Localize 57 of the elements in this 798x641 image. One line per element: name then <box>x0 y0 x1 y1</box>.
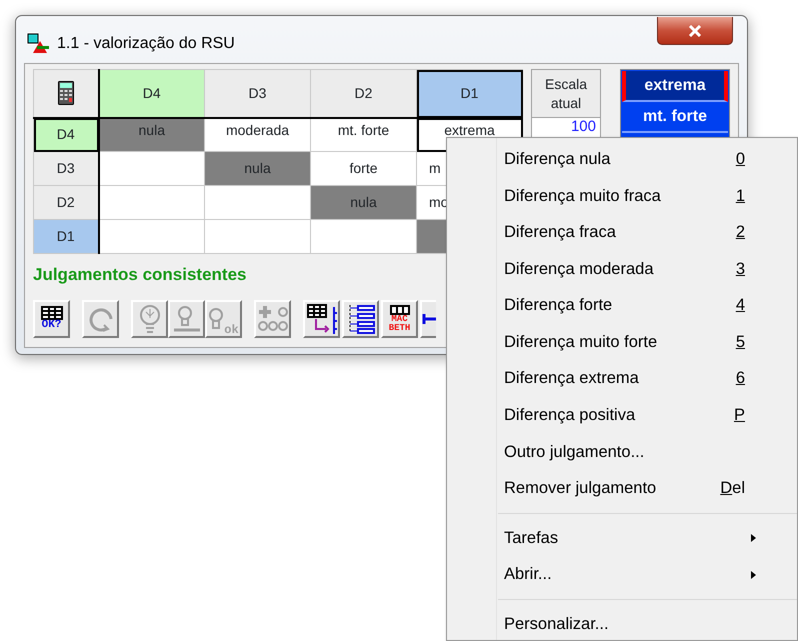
lightbulb-icon <box>138 304 162 334</box>
row-header[interactable]: D4 <box>34 118 98 152</box>
app-icon <box>27 33 49 55</box>
table-cell[interactable]: mt. forte <box>310 118 416 152</box>
table-cell[interactable]: nula <box>204 152 310 186</box>
lightbulb-icon <box>208 308 224 330</box>
submenu-item[interactable]: Tarefas <box>447 520 775 557</box>
grid-arrow-icon <box>306 302 338 334</box>
table-cell[interactable] <box>204 220 310 254</box>
add-bulbs-icon <box>256 304 288 334</box>
toolbar-button[interactable]: MAC BETH <box>381 300 418 338</box>
table-cell[interactable]: moderada <box>204 118 310 152</box>
row-header[interactable]: D2 <box>34 186 98 220</box>
column-header[interactable]: D1 <box>416 70 522 118</box>
level-item[interactable]: mt. forte <box>622 102 728 133</box>
calculator-icon[interactable] <box>58 81 74 106</box>
toolbar-button[interactable]: OK? <box>33 300 70 338</box>
scale-value: 100 <box>570 118 596 135</box>
status-message: Julgamentos consistentes <box>33 264 247 286</box>
table-cell[interactable] <box>98 220 204 254</box>
submenu-item[interactable]: Abrir... <box>447 556 775 594</box>
menu-item[interactable]: Diferença muito forte 5 <box>447 324 775 361</box>
table-cell[interactable] <box>310 220 416 254</box>
menu-item[interactable]: Diferença positiva P <box>447 397 775 434</box>
toolbar-button[interactable] <box>342 300 379 338</box>
column-header[interactable]: D4 <box>98 70 204 118</box>
table-cell[interactable]: nula <box>98 118 204 152</box>
menu-item[interactable]: Diferença fraca 2 <box>447 214 775 251</box>
menu-item[interactable]: Personalizar... <box>447 606 775 640</box>
toolbar-button[interactable] <box>303 300 340 338</box>
menu-item[interactable]: Diferença moderada 3 <box>447 250 775 288</box>
table-cell[interactable]: nula <box>310 186 416 220</box>
submenu-arrow-icon <box>751 570 756 579</box>
row-header[interactable]: D3 <box>34 152 98 186</box>
lightbulb-icon <box>172 304 202 334</box>
menu-item[interactable]: Remover julgamento Del <box>447 470 775 507</box>
menu-item[interactable]: Diferença forte 4 <box>447 287 775 324</box>
table-cell[interactable] <box>98 152 204 186</box>
grid-icon <box>390 304 410 314</box>
menu-item[interactable]: Diferença muito fraca 1 <box>447 178 775 214</box>
row-header[interactable]: D1 <box>34 220 98 254</box>
close-icon <box>688 24 702 36</box>
table-cell[interactable] <box>98 186 204 220</box>
table-cell[interactable] <box>204 186 310 220</box>
range-icon <box>422 312 436 324</box>
column-header[interactable]: D2 <box>310 70 416 118</box>
menu-item[interactable]: Diferença extrema 6 <box>447 360 775 398</box>
toolbar-button[interactable] <box>420 300 436 338</box>
table-cell[interactable]: forte <box>310 152 416 186</box>
column-header[interactable]: D3 <box>204 70 310 118</box>
close-button[interactable] <box>657 17 733 45</box>
scale-header: Escala atual <box>544 74 588 112</box>
submenu-arrow-icon <box>751 534 756 542</box>
level-item[interactable]: extrema <box>622 71 728 102</box>
menu-item[interactable]: Outro julgamento... <box>447 434 775 470</box>
grid-icon <box>40 306 62 320</box>
window-title: 1.1 - valorização do RSU <box>57 34 235 54</box>
